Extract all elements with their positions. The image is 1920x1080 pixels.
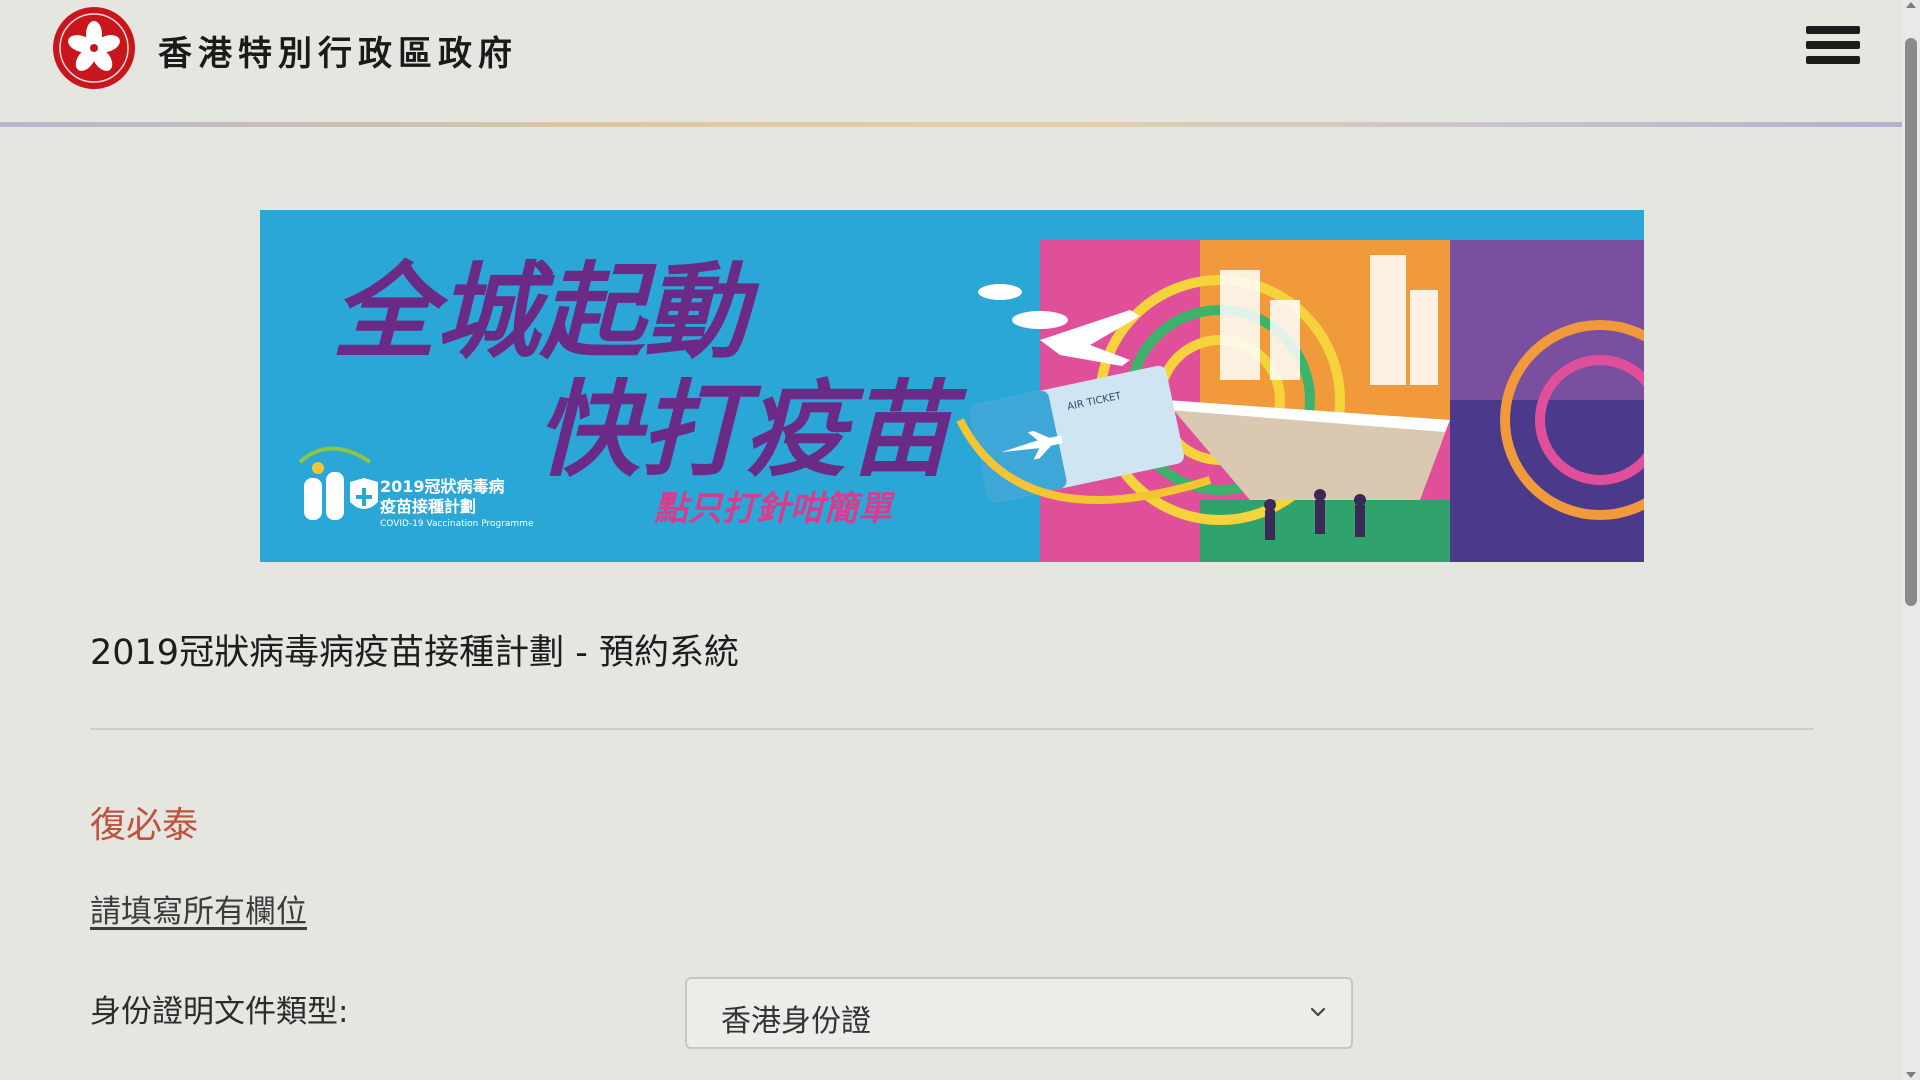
- id-type-label: 身份證明文件類型:: [90, 994, 349, 1030]
- hksar-emblem-icon[interactable]: [52, 6, 136, 90]
- title-divider: [90, 728, 1814, 730]
- page-title: 2019冠狀病毒病疫苗接種計劃 - 預約系統: [90, 633, 739, 673]
- id-type-selected-value: 香港身份證: [721, 1004, 871, 1039]
- menu-button[interactable]: [1806, 26, 1860, 72]
- header-divider: [0, 122, 1902, 127]
- vaccine-name: 復必泰: [90, 805, 199, 846]
- scrollbar-thumb[interactable]: [1905, 38, 1917, 606]
- banner-tagline: 點只打針咁簡單: [653, 489, 896, 529]
- banner-headline-1: 全城起動: [332, 251, 760, 373]
- programme-name-zh-2: 疫苗接種計劃: [380, 497, 476, 516]
- vaccination-banner: 全城起動 快打疫苗 點只打針咁簡單 2019冠狀病毒病 疫苗接種計劃 COVID…: [260, 210, 1644, 562]
- programme-name-en: COVID-19 Vaccination Programme: [380, 519, 534, 529]
- gov-name: 香港特別行政區政府: [158, 34, 518, 74]
- site-header: 香港特別行政區政府: [0, 0, 1902, 122]
- fill-all-fields-link[interactable]: 請填寫所有欄位: [90, 886, 307, 931]
- scrollbar[interactable]: [1902, 0, 1920, 1080]
- scroll-down-arrow-icon[interactable]: [1906, 1072, 1916, 1078]
- banner-headline-2: 快打疫苗: [536, 369, 968, 491]
- programme-name-zh-1: 2019冠狀病毒病: [380, 477, 505, 496]
- scroll-up-arrow-icon[interactable]: [1906, 2, 1916, 8]
- hamburger-menu-icon: [1806, 26, 1860, 34]
- id-type-select[interactable]: 香港身份證: [685, 977, 1353, 1049]
- chevron-down-icon: [1310, 1007, 1326, 1017]
